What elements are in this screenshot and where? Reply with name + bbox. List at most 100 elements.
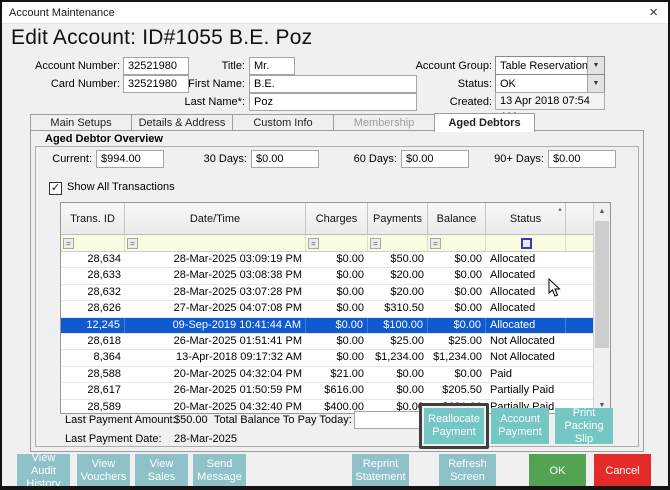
account-payment-button[interactable]: Account Payment: [491, 408, 549, 444]
status-value: OK: [496, 78, 587, 90]
scrollbar-thumb[interactable]: [595, 221, 609, 348]
ok-button[interactable]: OK: [529, 454, 586, 488]
table-row[interactable]: 12,24509-Sep-2019 10:41:44 AM$0.00$100.0…: [61, 318, 593, 334]
last-payment-date-label: Last Payment Date:: [65, 433, 162, 445]
reprint-statement-button[interactable]: Reprint Statement: [352, 454, 409, 488]
last-payment-amount-value: $50.00: [174, 414, 208, 426]
send-message-button[interactable]: Send Message: [193, 454, 246, 488]
days30-field[interactable]: [251, 150, 319, 168]
column-header-date-time[interactable]: Date/Time: [125, 203, 306, 234]
status-label: Status:: [384, 75, 492, 93]
account-number-field[interactable]: [123, 57, 189, 75]
title-field[interactable]: [249, 57, 295, 75]
first-name-label: First Name:: [187, 75, 245, 93]
column-header-status[interactable]: Status▲: [486, 203, 566, 234]
table-cell: 28-Mar-2025 03:09:19 PM: [125, 252, 306, 267]
table-cell: $20.00: [368, 285, 428, 300]
last-name-label: Last Name*:: [183, 93, 245, 111]
table-row[interactable]: 28,63328-Mar-2025 03:08:38 PM$0.00$20.00…: [61, 268, 593, 284]
equals-filter-icon[interactable]: =: [63, 238, 74, 249]
table-cell: $0.00: [428, 318, 486, 333]
table-row[interactable]: 28,61826-Mar-2025 01:51:41 PM$0.00$25.00…: [61, 334, 593, 350]
table-cell: 26-Mar-2025 01:50:59 PM: [125, 383, 306, 398]
vertical-scrollbar[interactable]: ▲ ▼: [593, 203, 610, 413]
filter-cell-status[interactable]: [486, 235, 566, 251]
title-label: Title:: [187, 57, 245, 75]
table-cell: Allocated: [486, 252, 566, 267]
table-cell: Allocated: [486, 268, 566, 283]
page-title: Edit Account: ID#1055 B.E. Poz: [11, 26, 312, 50]
grid-filter-row[interactable]: = = = = =: [61, 235, 593, 252]
filter-cell-date-time[interactable]: =: [125, 235, 306, 251]
print-packing-slip-button[interactable]: Print Packing Slip: [555, 408, 613, 444]
tab-details-address[interactable]: Details & Address: [131, 114, 232, 131]
table-row[interactable]: 28,63228-Mar-2025 03:07:28 PM$0.00$20.00…: [61, 285, 593, 301]
filter-cell-charges[interactable]: =: [306, 235, 368, 251]
filter-cell-trans-id[interactable]: =: [61, 235, 125, 251]
scroll-up-icon[interactable]: ▲: [594, 203, 610, 219]
table-row[interactable]: 28,63428-Mar-2025 03:09:19 PM$0.00$50.00…: [61, 252, 593, 268]
filter-cell-balance[interactable]: =: [428, 235, 486, 251]
created-field: 13 Apr 2018 07:54 AM: [495, 92, 605, 110]
total-balance-label: Total Balance To Pay Today:: [214, 414, 352, 426]
days90-field[interactable]: [548, 150, 616, 168]
table-row[interactable]: 28,58820-Mar-2025 04:32:04 PM$21.00$0.00…: [61, 367, 593, 383]
table-row[interactable]: 28,61726-Mar-2025 01:50:59 PM$616.00$0.0…: [61, 383, 593, 399]
table-cell: 28-Mar-2025 03:07:28 PM: [125, 285, 306, 300]
card-number-field[interactable]: [123, 75, 189, 93]
table-cell: $0.00: [306, 318, 368, 333]
scrollbar-track[interactable]: [594, 219, 610, 397]
cancel-button[interactable]: Cancel: [594, 454, 651, 488]
filter-cell-payments[interactable]: =: [368, 235, 428, 251]
equals-filter-icon[interactable]: =: [370, 238, 381, 249]
table-cell: $0.00: [428, 252, 486, 267]
table-cell: 28,618: [61, 334, 125, 349]
reallocate-payment-button[interactable]: Reallocate Payment: [424, 408, 484, 444]
tab-strip: Main SetupsDetails & AddressCustom InfoM…: [30, 113, 535, 131]
refresh-screen-button[interactable]: Refresh Screen: [439, 454, 496, 488]
view-audit-history-button[interactable]: View Audit History: [17, 454, 70, 488]
account-group-select[interactable]: Table Reservations ▼: [495, 56, 605, 75]
column-header-balance[interactable]: Balance: [428, 203, 486, 234]
tab-main-setups[interactable]: Main Setups: [30, 114, 131, 131]
column-header-payments[interactable]: Payments: [368, 203, 428, 234]
table-cell: 28,633: [61, 268, 125, 283]
table-cell: Allocated: [486, 301, 566, 316]
status-select[interactable]: OK ▼: [495, 74, 605, 93]
tab-aged-debtors[interactable]: Aged Debtors: [434, 113, 535, 132]
table-cell: $0.00: [368, 367, 428, 382]
table-cell: $0.00: [306, 252, 368, 267]
last-payment-date-value: 28-Mar-2025: [174, 433, 237, 445]
table-row[interactable]: 28,62627-Mar-2025 04:07:08 PM$0.00$310.5…: [61, 301, 593, 317]
days90-label: 90+ Days:: [490, 150, 544, 168]
chevron-down-icon[interactable]: ▼: [587, 57, 604, 74]
chevron-down-icon[interactable]: ▼: [587, 75, 604, 92]
show-all-transactions-checkbox[interactable]: ✓: [49, 182, 62, 195]
current-field[interactable]: [96, 150, 164, 168]
view-sales-button[interactable]: View Sales: [135, 454, 188, 488]
table-cell: Paid: [486, 367, 566, 382]
equals-filter-icon[interactable]: =: [308, 238, 319, 249]
total-balance-input[interactable]: [354, 411, 420, 429]
equals-filter-icon[interactable]: =: [127, 238, 138, 249]
status-filter-box-icon[interactable]: [521, 238, 532, 249]
equals-filter-icon[interactable]: =: [430, 238, 441, 249]
days60-field[interactable]: [401, 150, 469, 168]
sort-indicator-icon: ▲: [557, 204, 563, 216]
table-cell: 26-Mar-2025 01:51:41 PM: [125, 334, 306, 349]
table-cell: Partially Paid: [486, 383, 566, 398]
table-cell: 28,626: [61, 301, 125, 316]
table-cell: $0.00: [428, 301, 486, 316]
close-icon[interactable]: ×: [639, 4, 668, 21]
tab-custom-info[interactable]: Custom Info: [232, 114, 333, 131]
days60-label: 60 Days:: [345, 150, 397, 168]
table-cell: Allocated: [486, 318, 566, 333]
table-row[interactable]: 8,36413-Apr-2018 09:17:32 AM$0.00$1,234.…: [61, 350, 593, 366]
column-header-charges[interactable]: Charges: [306, 203, 368, 234]
column-header-trans-id[interactable]: Trans. ID: [61, 203, 125, 234]
table-cell: $0.00: [428, 285, 486, 300]
table-cell: Not Allocated: [486, 334, 566, 349]
transactions-grid[interactable]: Trans. IDDate/TimeChargesPaymentsBalance…: [60, 202, 611, 414]
view-vouchers-button[interactable]: View Vouchers: [77, 454, 130, 488]
table-cell: $205.50: [428, 383, 486, 398]
